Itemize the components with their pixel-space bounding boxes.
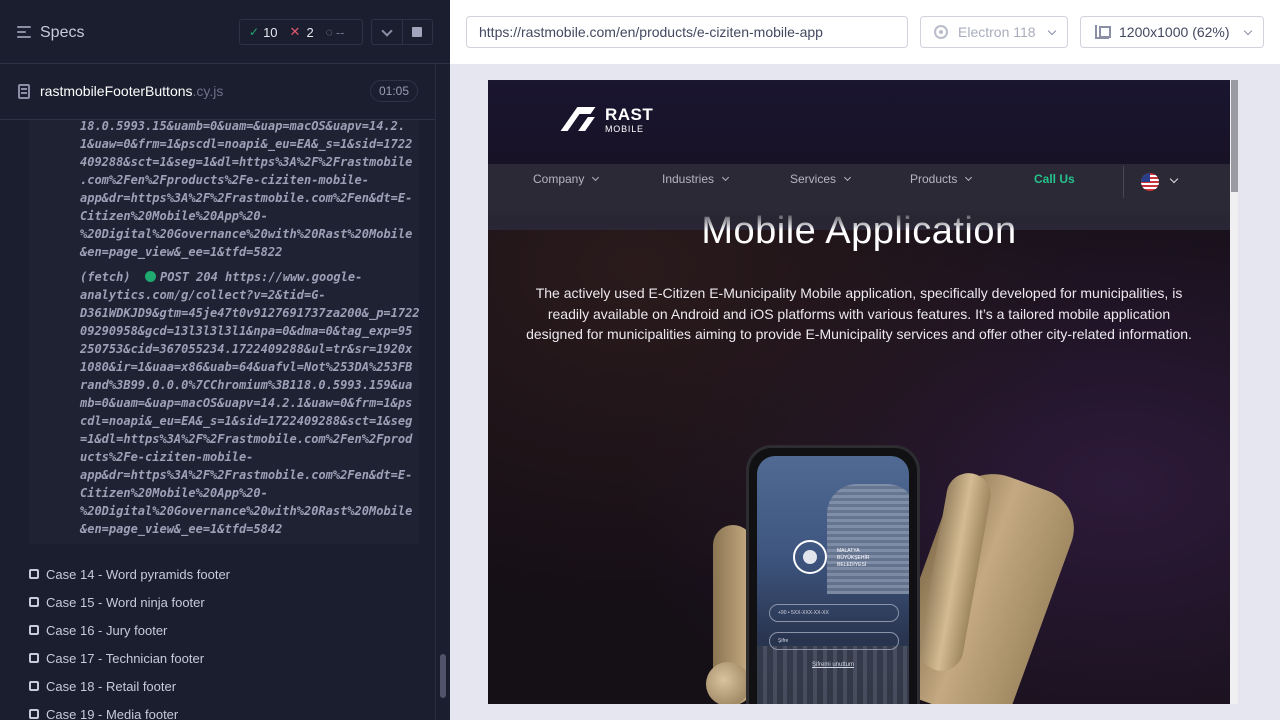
test-case-row[interactable]: Case 17 - Technician footer — [29, 644, 429, 672]
case-checkbox-icon — [29, 653, 39, 663]
nav-label: Industries — [662, 172, 715, 186]
spec-base-name: rastmobileFooterButtons — [40, 83, 193, 99]
nav-divider — [1123, 166, 1124, 198]
specs-title[interactable]: Specs — [40, 24, 84, 42]
test-case-row[interactable]: Case 19 - Media footer — [29, 700, 429, 720]
hero-title: Mobile Application — [701, 210, 1017, 252]
viewport-zoom: (62%) — [1192, 24, 1230, 40]
spinner-icon: ◌ — [325, 25, 333, 39]
chevron-down-icon — [965, 173, 973, 182]
electron-icon — [934, 25, 948, 39]
nav-products[interactable]: Products — [910, 172, 973, 186]
case-checkbox-icon — [29, 681, 39, 691]
log-scrollbar[interactable] — [435, 64, 450, 720]
password-field: Şifre — [769, 632, 899, 650]
chevron-down-icon — [721, 173, 730, 182]
log-entry-text: 18.0.5993.15&uamb=0&uam=&uap=macOS&uapv=… — [80, 120, 413, 259]
command-log: 18.0.5993.15&uamb=0&uam=&uap=macOS&uapv=… — [29, 120, 419, 544]
logo-text-top[interactable]: RAST — [605, 105, 653, 125]
forgot-password-link: Şifremi unuttum — [811, 662, 854, 668]
spec-file-name: rastmobileFooterButtons.cy.js — [40, 83, 223, 99]
nav-industries[interactable]: Industries — [662, 172, 730, 186]
building-image — [757, 646, 909, 704]
expand-button[interactable] — [371, 19, 403, 45]
municipality-logo-icon — [793, 540, 827, 574]
aut-scrollbar[interactable] — [1230, 80, 1238, 704]
x-icon: ✕ — [289, 24, 301, 39]
building-image — [827, 484, 909, 594]
viewport-size: 1200x1000 — [1119, 24, 1189, 40]
file-icon — [18, 84, 30, 99]
fetch-request-body: analytics.com/g/collect?v=2&tid=G- D361W… — [80, 288, 419, 536]
hero-description: The actively used E-Citizen E-Municipali… — [526, 285, 1192, 342]
aut-iframe: Mobile Application RAST MOBILE Company I… — [488, 80, 1230, 704]
test-case-row[interactable]: Case 16 - Jury footer — [29, 616, 429, 644]
robot-thumb-illustration — [706, 662, 750, 704]
case-checkbox-icon — [29, 569, 39, 579]
nav-services[interactable]: Services — [790, 172, 852, 186]
spec-file-row[interactable]: rastmobileFooterButtons.cy.js 01:05 — [0, 64, 435, 120]
phone-number-field: +90 • 5XX-XXX-XX-XX — [769, 604, 899, 622]
phone-screen: MALATYA BÜYÜKŞEHİR BELEDİYESİ +90 • 5XX-… — [757, 456, 909, 704]
viewport-selector[interactable]: 1200x1000 (62%) — [1080, 16, 1264, 48]
fetch-log-entry[interactable]: (fetch) POST 204 https://www.google- ana… — [80, 268, 419, 538]
stop-button[interactable] — [403, 19, 433, 45]
passed-stat: ✓ 10 — [249, 25, 278, 40]
check-icon: ✓ — [249, 25, 260, 39]
aut-toolbar: https://rastmobile.com/en/products/e-ciz… — [450, 0, 1280, 64]
test-case-title: Case 17 - Technician footer — [46, 650, 205, 666]
pending-stat: ◌ -- — [326, 25, 345, 40]
phone-mockup: MALATYA BÜYÜKŞEHİR BELEDİYESİ +90 • 5XX-… — [746, 445, 920, 704]
passed-count: 10 — [263, 24, 278, 40]
test-case-title: Case 19 - Media footer — [46, 706, 179, 720]
case-checkbox-icon — [29, 625, 39, 635]
test-case-row[interactable]: Case 18 - Retail footer — [29, 672, 429, 700]
pending-count: -- — [335, 24, 345, 40]
chevron-down-icon — [843, 173, 852, 182]
case-checkbox-icon — [29, 597, 39, 607]
nav-company[interactable]: Company — [533, 172, 600, 186]
viewport-icon — [1095, 25, 1111, 39]
test-case-title: Case 14 - Word pyramids footer — [46, 566, 230, 582]
browser-selector[interactable]: Electron 118 — [920, 16, 1068, 48]
aut-scrollbar-thumb[interactable] — [1231, 80, 1238, 192]
site-header — [488, 80, 1230, 230]
case-checkbox-icon — [29, 709, 39, 719]
fetch-request-line: POST 204 https://www.google- — [160, 270, 363, 284]
failed-count: 2 — [306, 24, 314, 40]
fetch-label: (fetch) — [80, 270, 146, 284]
rast-logo-icon[interactable] — [560, 107, 599, 131]
nav-label: Services — [790, 172, 837, 186]
log-scrollbar-thumb[interactable] — [440, 654, 446, 698]
url-field[interactable]: https://rastmobile.com/en/products/e-ciz… — [466, 16, 908, 48]
test-stats: ✓ 10 ✕ 2 ◌ -- — [239, 19, 363, 45]
status-dot-icon — [145, 271, 157, 282]
test-case-row[interactable]: Case 14 - Word pyramids footer — [29, 560, 429, 588]
chevron-down-icon — [1047, 26, 1057, 36]
spec-ext: .cy.js — [192, 83, 224, 99]
logo-text-bottom[interactable]: MOBILE — [605, 124, 644, 134]
test-case-title: Case 16 - Jury footer — [46, 622, 168, 638]
test-case-row[interactable]: Case 15 - Word ninja footer — [29, 588, 429, 616]
municipality-name: MALATYA BÜYÜKŞEHİR BELEDİYESİ — [837, 548, 870, 568]
runner-header: Specs ✓ 10 ✕ 2 ◌ -- — [0, 0, 450, 64]
runner-panel: Specs ✓ 10 ✕ 2 ◌ -- rastmobileFooterButtons… — [0, 0, 450, 720]
call-us-link[interactable]: Call Us — [1034, 172, 1075, 186]
chevron-down-icon — [592, 173, 600, 182]
failed-stat: ✕ 2 — [290, 24, 314, 40]
test-case-title: Case 18 - Retail footer — [46, 678, 177, 694]
specs-list-icon[interactable] — [17, 26, 31, 38]
us-flag-icon[interactable] — [1141, 173, 1159, 191]
spec-duration: 01:05 — [370, 80, 418, 102]
test-case-list: Case 14 - Word pyramids footer Case 15 -… — [29, 560, 429, 720]
test-case-title: Case 15 - Word ninja footer — [46, 594, 205, 610]
aut-panel: https://rastmobile.com/en/products/e-ciz… — [450, 0, 1280, 720]
nav-label: Company — [533, 172, 585, 186]
chevron-down-icon — [1243, 26, 1253, 36]
browser-name: Electron 118 — [958, 24, 1036, 40]
nav-label: Products — [910, 172, 958, 186]
